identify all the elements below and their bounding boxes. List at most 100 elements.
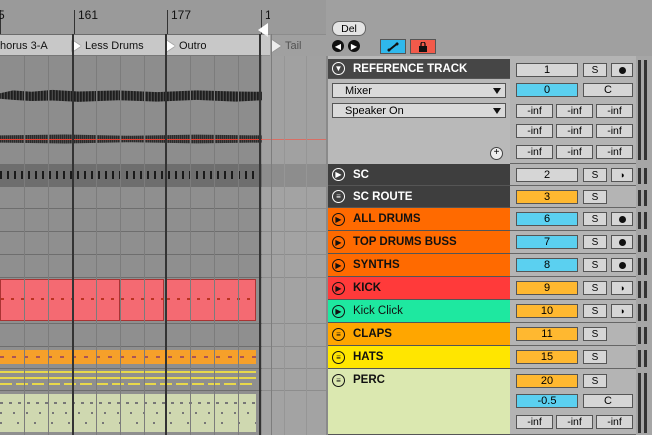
send-value[interactable]: -inf [516, 104, 553, 118]
pan-center[interactable]: C [583, 394, 633, 408]
track-number[interactable]: 9 [516, 281, 578, 295]
clip-notes [167, 298, 257, 300]
delete-button[interactable]: Del [332, 21, 366, 36]
locator-line [165, 34, 167, 435]
group-icon[interactable]: ≡ [332, 374, 345, 387]
arrow-left-icon[interactable]: ◀ [332, 40, 344, 52]
solo-button[interactable]: S [583, 258, 607, 272]
locator-outro[interactable]: Outro [166, 38, 207, 54]
send-value[interactable]: -inf [596, 145, 633, 159]
arrow-right-icon[interactable]: ▶ [348, 40, 360, 52]
play-icon[interactable]: ▶ [332, 235, 345, 249]
play-icon[interactable]: ▶ [332, 168, 345, 181]
track-header-claps[interactable]: ≡ CLAPS [328, 323, 510, 346]
solo-button[interactable]: S [583, 374, 607, 388]
send-value[interactable]: -inf [556, 415, 593, 429]
monitor-button[interactable]: ◑ [611, 168, 633, 182]
track-header-top-drums-buss[interactable]: ▶ TOP DRUMS BUSS [328, 231, 510, 254]
group-icon[interactable]: ≡ [332, 327, 345, 341]
kick-clip[interactable] [166, 279, 257, 321]
level-meter [638, 235, 641, 252]
track-header-kick-click[interactable]: ▶ Kick Click [328, 300, 510, 323]
track-header-reference[interactable]: ▼ REFERENCE TRACK [328, 59, 510, 79]
solo-button[interactable]: S [583, 327, 607, 341]
track-name: SYNTHS [353, 259, 400, 271]
send-value[interactable]: -inf [596, 104, 633, 118]
track-number[interactable]: 7 [516, 235, 578, 249]
play-icon[interactable]: ▶ [332, 304, 345, 318]
monitor-button[interactable]: ◑ [611, 281, 633, 295]
mixer-sc-route: 3 S [510, 186, 636, 208]
mixer-kick: 9 S ◑ [510, 277, 636, 300]
monitor-button[interactable]: ◑ [611, 304, 633, 318]
send-value[interactable]: -inf [516, 415, 553, 429]
solo-button[interactable]: S [583, 190, 607, 204]
send-value[interactable]: -inf [556, 104, 593, 118]
send-value[interactable]: -inf [596, 415, 633, 429]
track-number[interactable]: 2 [516, 168, 578, 182]
timeline-ruler[interactable]: 5 161 177 193 [0, 0, 285, 35]
send-value[interactable]: -inf [516, 145, 553, 159]
track-header-sc[interactable]: ▶ SC [328, 164, 510, 186]
waveform-left [0, 89, 262, 102]
solo-button[interactable]: S [583, 212, 607, 226]
pan-value[interactable]: 0 [516, 83, 578, 97]
track-header-sc-route[interactable]: ≡ SC ROUTE [328, 186, 510, 208]
track-number[interactable]: 15 [516, 350, 578, 364]
play-icon[interactable]: ▶ [332, 281, 345, 295]
lock-button[interactable] [410, 39, 436, 54]
track-name: HATS [353, 351, 384, 363]
ruler-label: 177 [171, 8, 192, 22]
solo-button[interactable]: S [583, 63, 607, 77]
track-number[interactable]: 11 [516, 327, 578, 341]
solo-button[interactable]: S [583, 350, 607, 364]
track-header-hats[interactable]: ≡ HATS [328, 346, 510, 369]
arm-button[interactable] [611, 235, 633, 249]
pan-center[interactable]: C [583, 83, 633, 97]
locator-chorus[interactable]: horus 3-A [0, 38, 48, 54]
arm-button[interactable] [611, 212, 633, 226]
track-number[interactable]: 20 [516, 374, 578, 388]
mixer-dropdown[interactable]: Mixer [332, 83, 506, 98]
send-value[interactable]: -inf [556, 145, 593, 159]
send-value[interactable]: -inf [596, 124, 633, 138]
speaker-dropdown[interactable]: Speaker On [332, 103, 506, 118]
track-header-all-drums[interactable]: ▶ ALL DRUMS [328, 208, 510, 231]
clip-notes [0, 356, 256, 358]
solo-button[interactable]: S [583, 281, 607, 295]
solo-button[interactable]: S [583, 304, 607, 318]
level-meter [644, 258, 647, 275]
track-number[interactable]: 6 [516, 212, 578, 226]
automation-toggle-button[interactable] [380, 39, 406, 54]
track-header-kick[interactable]: ▶ KICK [328, 277, 510, 300]
send-value[interactable]: -inf [516, 124, 553, 138]
level-meter [644, 212, 647, 229]
track-number[interactable]: 10 [516, 304, 578, 318]
group-icon[interactable]: ≡ [332, 190, 345, 203]
track-number[interactable]: 1 [516, 63, 578, 77]
track-header-synths[interactable]: ▶ SYNTHS [328, 254, 510, 277]
track-name: SC ROUTE [353, 190, 413, 203]
track-header-perc[interactable]: ≡ PERC [328, 369, 510, 435]
level-meter [644, 304, 647, 321]
grid-line [24, 56, 25, 435]
solo-button[interactable]: S [583, 168, 607, 182]
arm-button[interactable] [611, 258, 633, 272]
group-icon[interactable]: ≡ [332, 350, 345, 364]
hats-notes [0, 371, 256, 373]
collapse-icon[interactable]: ▼ [332, 62, 345, 75]
level-meter [638, 258, 641, 275]
solo-button[interactable]: S [583, 235, 607, 249]
play-icon[interactable]: ▶ [332, 258, 345, 272]
claps-clip[interactable] [0, 350, 256, 364]
arm-button[interactable] [611, 63, 633, 77]
locator-less-drums[interactable]: Less Drums [72, 38, 144, 54]
clip-notes [0, 412, 256, 414]
track-number[interactable]: 3 [516, 190, 578, 204]
pan-value[interactable]: -0.5 [516, 394, 578, 408]
send-value[interactable]: -inf [556, 124, 593, 138]
track-number[interactable]: 8 [516, 258, 578, 272]
play-icon[interactable]: ▶ [332, 212, 345, 226]
perc-clip[interactable] [0, 394, 256, 432]
add-device-icon[interactable]: + [490, 147, 503, 160]
